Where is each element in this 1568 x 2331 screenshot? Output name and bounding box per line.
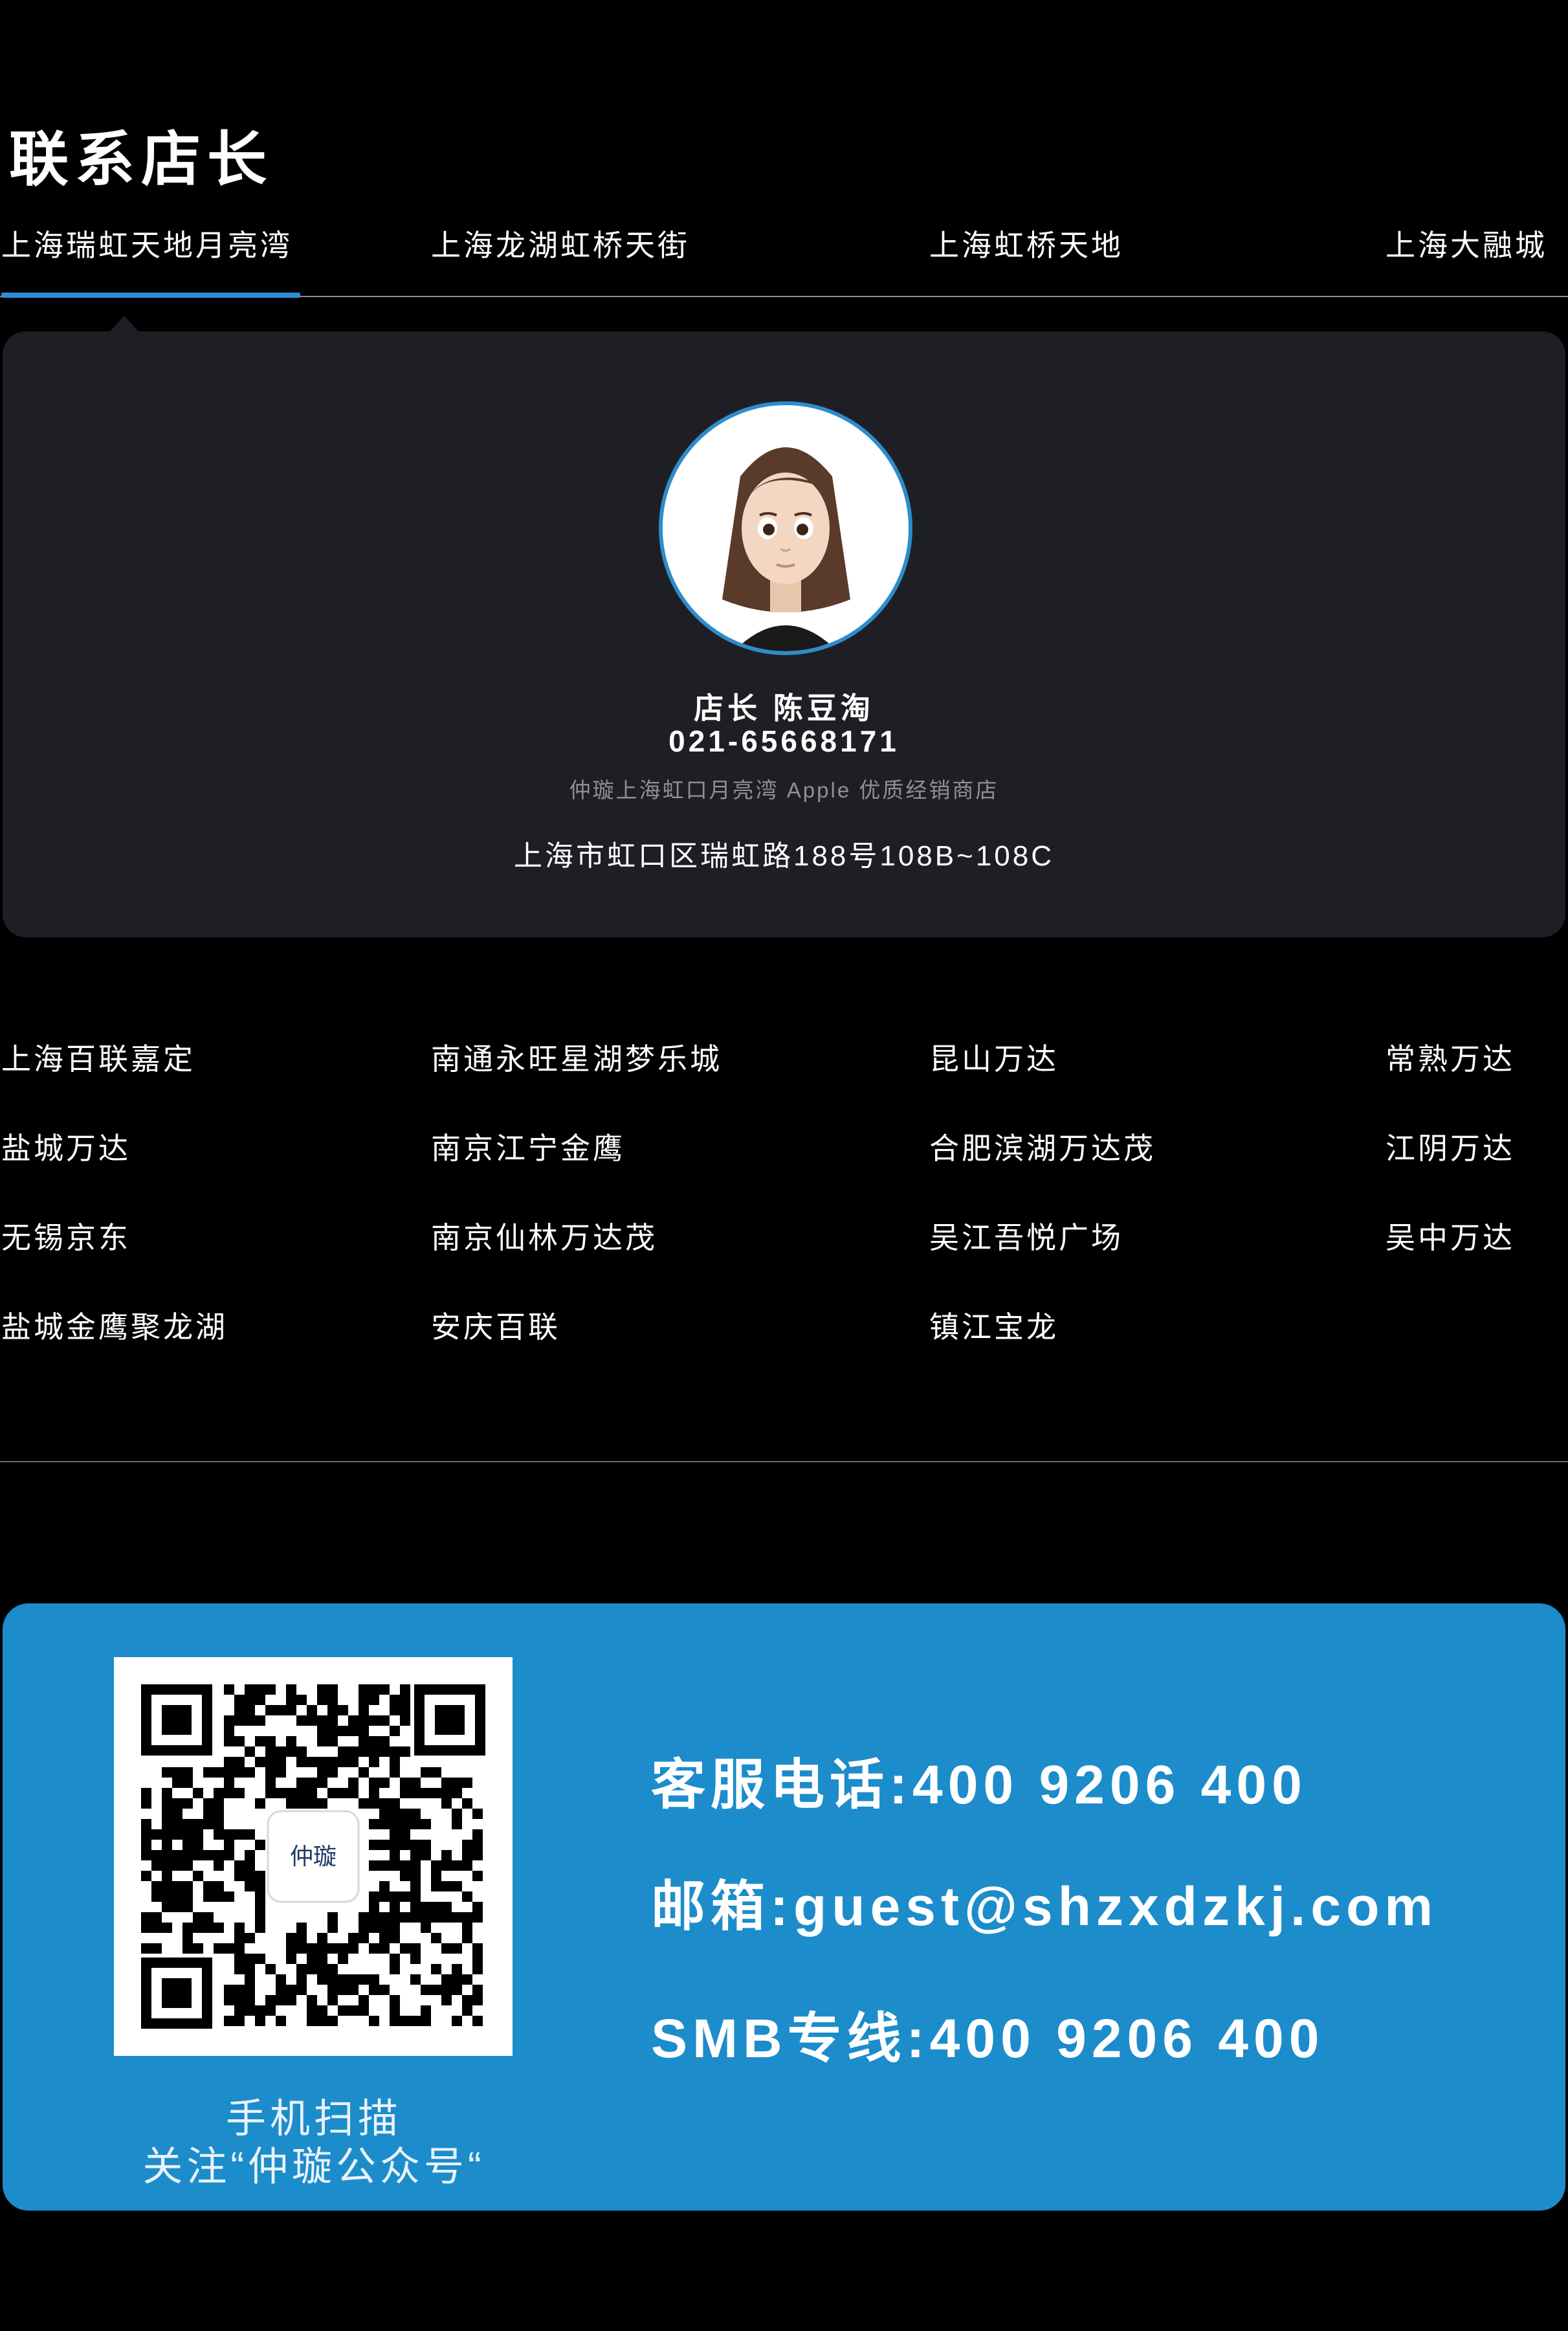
store-address: 上海市虹口区瑞虹路188号108B~108C	[513, 840, 1055, 872]
store-link[interactable]: 合肥滨湖万达茂	[929, 1125, 1156, 1168]
store-link[interactable]: 昆山万达	[929, 1036, 1059, 1078]
store-link[interactable]: 吴江吾悦广场	[929, 1214, 1123, 1257]
qr-caption-line2: 关注“仲璇公众号“	[142, 2145, 485, 2189]
store-link[interactable]: 无锡京东	[1, 1214, 131, 1257]
qr-logo-text: 仲璇	[290, 1844, 337, 1870]
hotline-text[interactable]: 客服电话:400 9206 400	[651, 1741, 1307, 1820]
store-link[interactable]: 南京仙林万达茂	[431, 1214, 657, 1257]
store-link[interactable]: 盐城金鹰聚龙湖	[1, 1304, 228, 1346]
tab-longhu-hongqiao[interactable]: 上海龙湖虹桥天街	[431, 222, 690, 265]
tab-hongqiao-tiandi[interactable]: 上海虹桥天地	[929, 222, 1123, 265]
store-link[interactable]: 上海百联嘉定	[1, 1036, 195, 1078]
tab-darongcheng[interactable]: 上海大融城	[1386, 222, 1547, 265]
store-link[interactable]: 南通永旺星湖梦乐城	[431, 1036, 722, 1078]
store-link[interactable]: 镇江宝龙	[929, 1304, 1059, 1346]
card-pointer	[109, 316, 140, 333]
store-link[interactable]: 南京江宁金鹰	[431, 1125, 625, 1168]
manager-phone[interactable]: 021-65668171	[0, 724, 1568, 759]
qr-code[interactable]: 仲璇	[114, 1657, 513, 2056]
store-link[interactable]: 常熟万达	[1386, 1036, 1515, 1078]
active-tab-indicator	[1, 293, 300, 298]
email-text[interactable]: 邮箱:guest@shzxdzkj.com	[651, 1863, 1438, 1941]
store-link[interactable]: 盐城万达	[1, 1125, 131, 1168]
store-link[interactable]: 吴中万达	[1386, 1214, 1515, 1257]
qr-code-icon: 仲璇	[114, 1657, 513, 2056]
tab-ruihong-moonbay[interactable]: 上海瑞虹天地月亮湾	[1, 222, 293, 265]
smb-line-text[interactable]: SMB专线:400 9206 400	[651, 1995, 1324, 2073]
section-title: 联系店长	[9, 127, 274, 193]
section-divider	[0, 1461, 1568, 1462]
store-description: 仲璇上海虹口月亮湾 Apple 优质经销商店	[569, 778, 999, 802]
manager-name: 店长 陈豆淘	[694, 691, 874, 725]
store-link[interactable]: 江阴万达	[1386, 1125, 1515, 1168]
manager-avatar	[659, 401, 912, 655]
store-link[interactable]: 安庆百联	[431, 1304, 560, 1346]
